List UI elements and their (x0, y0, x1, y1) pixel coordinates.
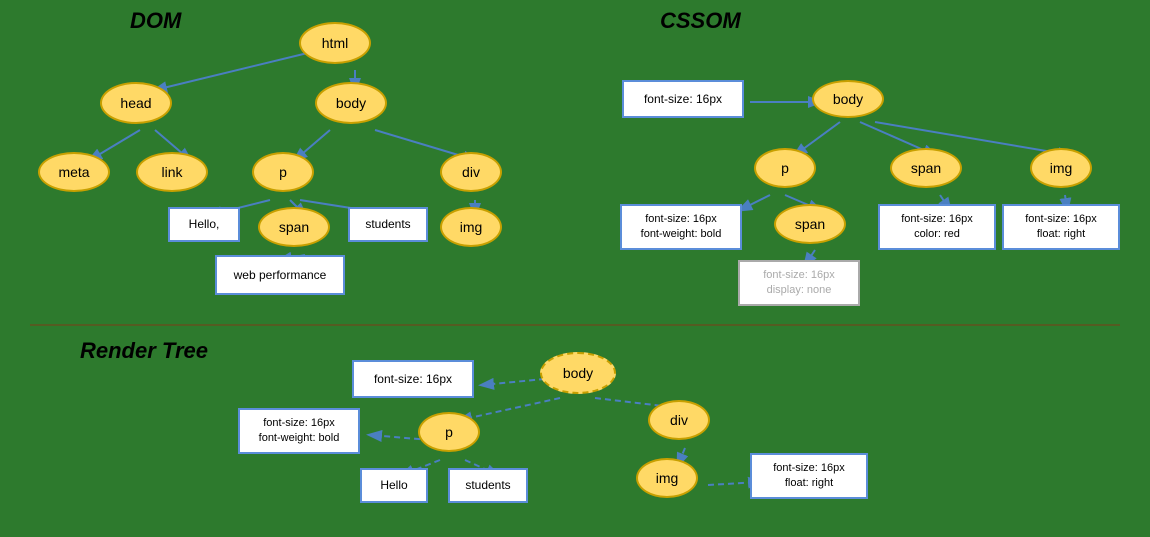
rt-body-node: body (540, 352, 616, 394)
cssom-spandisplay-node: font-size: 16px display: none (738, 260, 860, 306)
cssom-imgfont-node: font-size: 16px float: right (1002, 204, 1120, 250)
rt-hello-node: Hello (360, 468, 428, 503)
dom-title: DOM (130, 8, 181, 34)
rt-img-node: img (636, 458, 698, 498)
dom-webperf-node: web performance (215, 255, 345, 295)
cssom-span2-node: span (774, 204, 846, 244)
rt-imgfont-node: font-size: 16px float: right (750, 453, 868, 499)
dom-students-node: students (348, 207, 428, 242)
dom-span-node: span (258, 207, 330, 247)
dom-p-node: p (252, 152, 314, 192)
cssom-pfont-node: font-size: 16px font-weight: bold (620, 204, 742, 250)
dom-head-node: head (100, 82, 172, 124)
rendertree-title: Render Tree (80, 338, 208, 364)
dom-link-node: link (136, 152, 208, 192)
cssom-spanfont-node: font-size: 16px color: red (878, 204, 996, 250)
dom-meta-node: meta (38, 152, 110, 192)
rt-fontsize-node: font-size: 16px (352, 360, 474, 398)
cssom-p-node: p (754, 148, 816, 188)
rt-div-node: div (648, 400, 710, 440)
dom-div-node: div (440, 152, 502, 192)
cssom-body-node: body (812, 80, 884, 118)
rt-students-node: students (448, 468, 528, 503)
dom-html-node: html (299, 22, 371, 64)
cssom-title: CSSOM (660, 8, 741, 34)
dom-body-node: body (315, 82, 387, 124)
dom-img-node: img (440, 207, 502, 247)
dom-hello-node: Hello, (168, 207, 240, 242)
cssom-img-node: img (1030, 148, 1092, 188)
cssom-span-node: span (890, 148, 962, 188)
rt-p-node: p (418, 412, 480, 452)
cssom-fontbody-node: font-size: 16px (622, 80, 744, 118)
rt-pfont-node: font-size: 16px font-weight: bold (238, 408, 360, 454)
